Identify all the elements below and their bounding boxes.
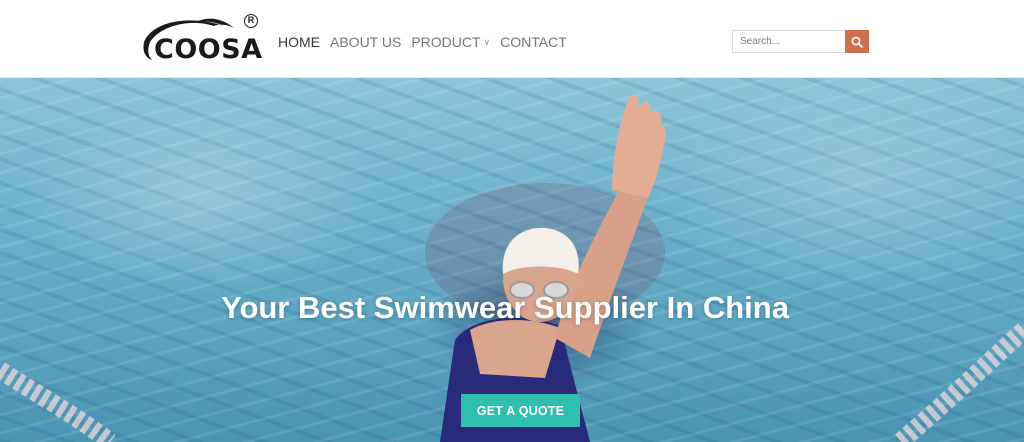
nav-product-label: PRODUCT (411, 34, 481, 50)
hero-title: Your Best Swimwear Supplier In China (221, 290, 789, 325)
coosa-logo[interactable]: COOSA R (138, 12, 262, 64)
main-nav: HOME ABOUT US PRODUCT ∨ CONTACT (278, 33, 577, 51)
nav-product[interactable]: PRODUCT ∨ (411, 33, 490, 51)
search-button[interactable] (845, 30, 869, 53)
nav-contact[interactable]: CONTACT (500, 33, 567, 51)
nav-home[interactable]: HOME (278, 33, 320, 51)
nav-contact-label: CONTACT (500, 34, 567, 50)
site-header: COOSA R HOME ABOUT US PRODUCT ∨ CONTACT (0, 0, 1024, 78)
logo-wordmark: COOSA (154, 34, 263, 65)
nav-home-label: HOME (278, 34, 320, 50)
search-icon (851, 36, 863, 48)
nav-about-us[interactable]: ABOUT US (330, 33, 401, 51)
hero-banner: Your Best Swimwear Supplier In China GET… (0, 78, 1024, 442)
get-a-quote-button[interactable]: GET A QUOTE (461, 394, 580, 427)
chevron-down-icon: ∨ (483, 37, 491, 47)
registered-mark: R (244, 14, 258, 28)
search-input[interactable] (732, 30, 845, 53)
swimmer-background-image (0, 94, 1024, 442)
nav-about-us-label: ABOUT US (330, 34, 402, 50)
search-form (732, 30, 869, 53)
